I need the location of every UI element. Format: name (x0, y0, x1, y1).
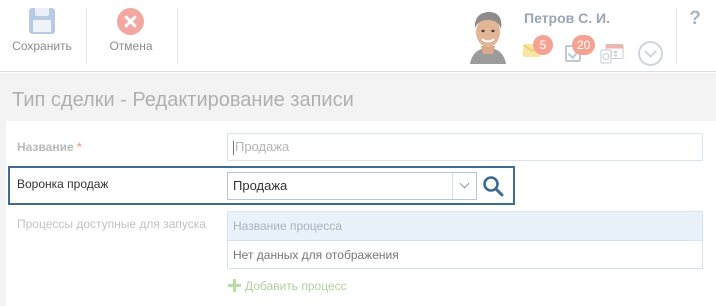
toolbar-divider (177, 8, 178, 64)
chevron-down-icon[interactable] (452, 173, 476, 199)
mail-count-badge[interactable]: 5 (533, 35, 553, 55)
processes-table: Название процесса Нет данных для отображ… (227, 211, 703, 269)
floppy-disk-icon (29, 8, 55, 34)
tasks-count-badge[interactable]: 20 (572, 35, 596, 55)
close-circle-icon[interactable] (117, 8, 144, 35)
name-input-value: Продажа (235, 139, 290, 154)
avatar[interactable] (462, 8, 514, 64)
user-name[interactable]: Петров С. И. (524, 10, 610, 26)
help-icon[interactable]: ? (685, 8, 705, 30)
cancel-button-label: Отмена (109, 39, 153, 53)
processes-empty-message: Нет данных для отображения (233, 248, 399, 262)
save-button-label: Сохранить (12, 39, 72, 53)
chevron-down-icon[interactable] (638, 41, 663, 66)
calendar-icon[interactable] (600, 44, 624, 64)
sales-funnel-label: Воронка продаж (17, 177, 109, 191)
plus-icon (228, 279, 241, 292)
sales-funnel-value: Продажа (233, 178, 288, 193)
add-process-button[interactable]: Добавить процесс (228, 279, 347, 295)
page-title: Тип сделки - Редактирование записи (12, 89, 354, 111)
text-caret (233, 140, 234, 155)
processes-label: Процессы доступные для запуска (17, 217, 206, 231)
required-mark: * (77, 140, 82, 154)
toolbar-divider (676, 8, 677, 64)
name-input[interactable]: Продажа (227, 133, 703, 161)
search-icon[interactable] (482, 175, 504, 197)
sales-funnel-select[interactable]: Продажа (227, 172, 477, 200)
add-process-label: Добавить процесс (245, 279, 347, 293)
processes-column-header[interactable]: Название процесса (228, 212, 702, 241)
save-button[interactable]: Сохранить (0, 0, 84, 72)
name-label-text: Название (17, 140, 74, 154)
name-field-label: Название * (17, 140, 82, 154)
